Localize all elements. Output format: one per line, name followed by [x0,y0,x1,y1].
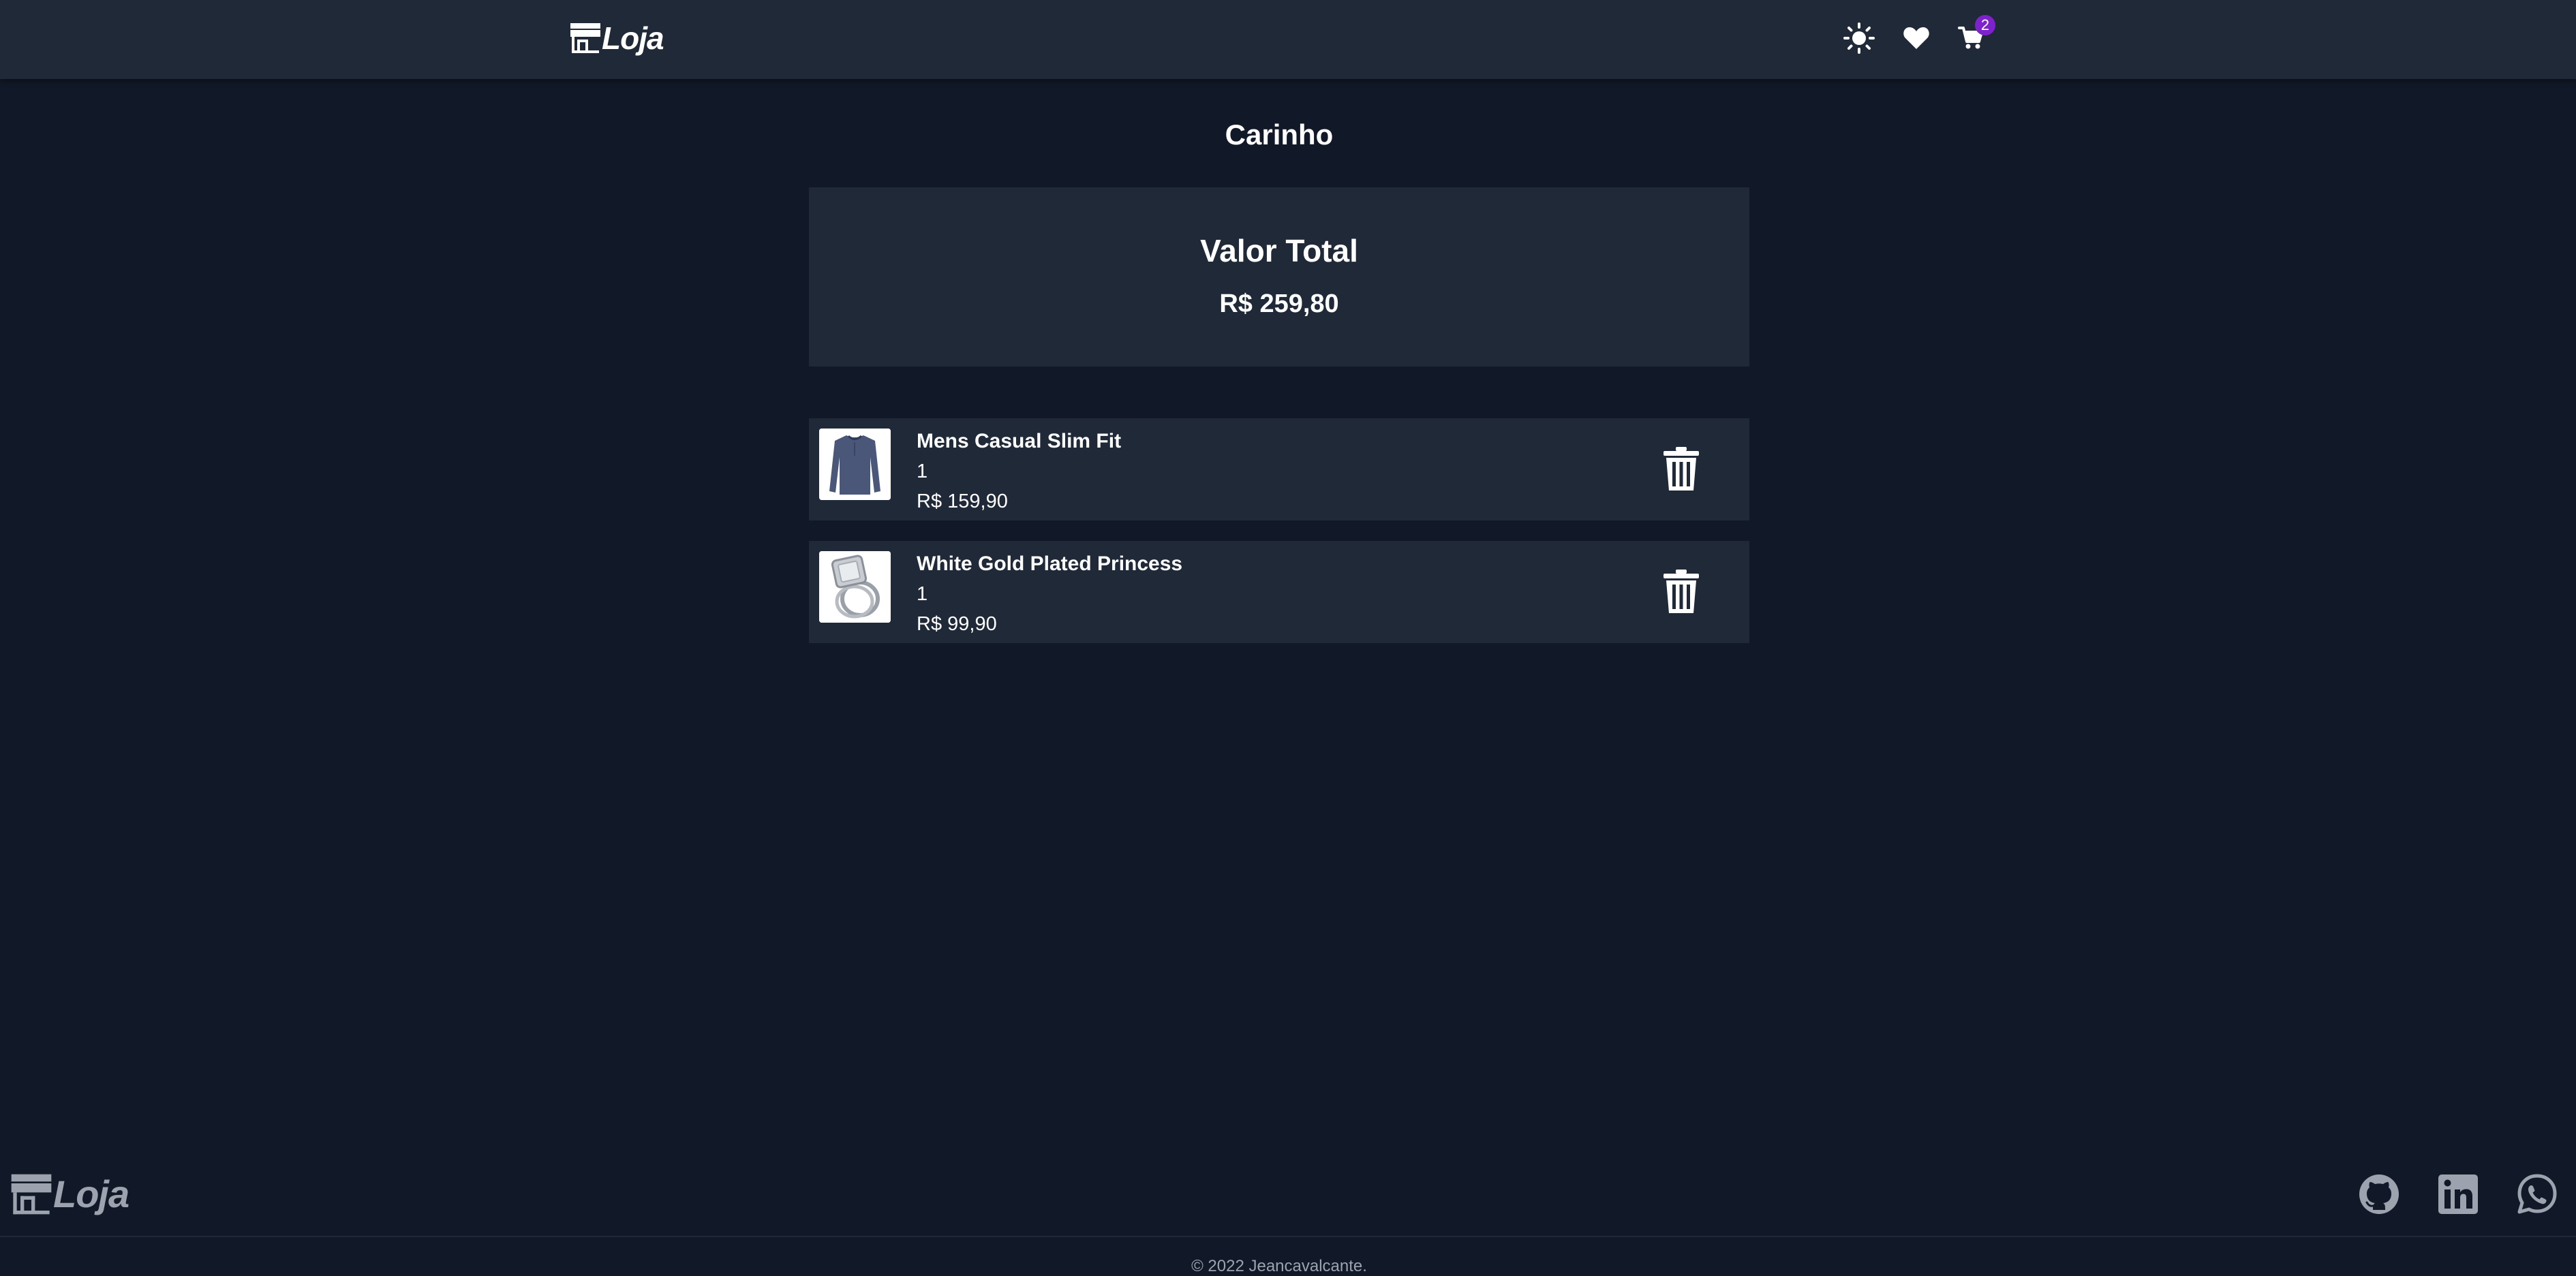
linkedin-icon [2438,1174,2478,1214]
whatsapp-icon [2517,1174,2557,1214]
item-name: White Gold Plated Princess [917,553,1183,575]
brand-name: Loja [602,20,664,56]
github-link[interactable] [2358,1173,2400,1215]
footer-brand-link[interactable]: Loja [10,1172,129,1216]
remove-item-button[interactable] [1662,568,1700,614]
footer: Loja © 2022 Jeancavalcante. [0,1158,2576,1275]
item-name: Mens Casual Slim Fit [917,430,1122,452]
cart-item: Mens Casual Slim Fit 1 R$ 159,90 [809,418,1749,520]
product-thumbnail[interactable] [819,429,891,500]
cart-item-list: Mens Casual Slim Fit 1 R$ 159,90 White G… [809,418,1749,664]
sun-icon [1843,22,1875,54]
favorites-button[interactable] [1897,19,1935,57]
top-navbar: Loja 2 [0,0,2576,79]
item-price: R$ 159,90 [917,491,1008,512]
social-links [2358,1173,2558,1215]
total-value: R$ 259,80 [1219,290,1339,318]
heart-icon [1903,27,1929,49]
github-icon [2359,1174,2399,1214]
shirt-image [819,429,891,500]
nav-actions: 2 [1840,15,1995,59]
item-quantity: 1 [917,461,928,482]
item-details: White Gold Plated Princess 1 R$ 99,90 [917,549,1182,639]
store-icon [11,1174,52,1214]
cart-count-badge: 2 [1975,15,1995,35]
total-label: Valor Total [1200,233,1358,268]
item-price: R$ 99,90 [917,613,997,635]
copyright-text: © 2022 Jeancavalcante. [1191,1257,1367,1275]
trash-icon [1663,570,1699,613]
product-thumbnail[interactable] [819,551,891,623]
theme-toggle-button[interactable] [1840,19,1878,57]
whatsapp-link[interactable] [2516,1173,2558,1215]
item-details: Mens Casual Slim Fit 1 R$ 159,90 [917,426,1121,516]
ring-image [819,551,891,623]
cart-total-card: Valor Total R$ 259,80 [809,187,1749,367]
item-quantity: 1 [917,583,928,605]
trash-icon [1663,447,1699,491]
linkedin-link[interactable] [2437,1173,2479,1215]
brand-logo-link[interactable]: Loja [569,18,664,59]
cart-button[interactable]: 2 [1952,15,1995,57]
store-icon [570,23,600,53]
cart-item: White Gold Plated Princess 1 R$ 99,90 [809,541,1749,643]
footer-divider [0,1236,2576,1237]
remove-item-button[interactable] [1662,446,1700,492]
footer-brand-name: Loja [53,1172,129,1215]
page-title: Carinho [1225,119,1334,151]
